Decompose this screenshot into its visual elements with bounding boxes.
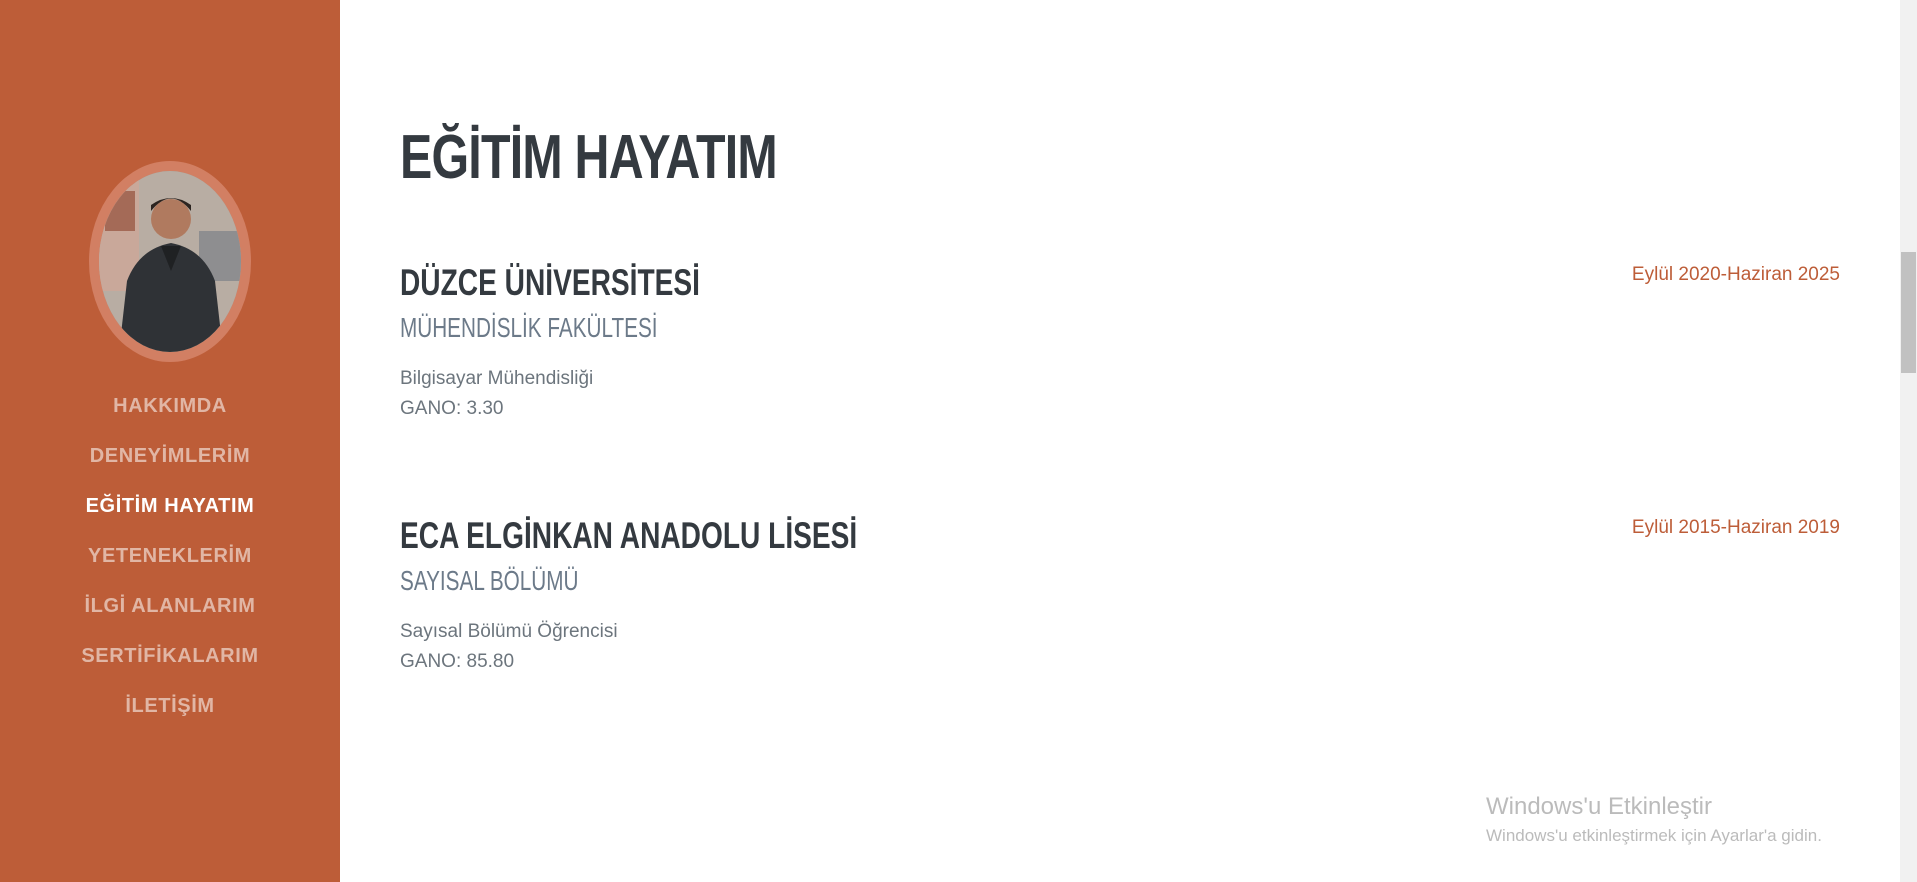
scrollbar-thumb[interactable] <box>1901 252 1916 373</box>
profile-avatar-frame <box>89 161 251 362</box>
school-name: ECA ELGİNKAN ANADOLU LİSESİ <box>400 515 858 556</box>
education-detail: Sayısal Bölümü Öğrencisi <box>400 621 618 642</box>
nav-item-ilgi-alanlarim[interactable]: İLGİ ALANLARIM <box>0 581 340 631</box>
page-title: EĞİTİM HAYATIM <box>400 123 778 192</box>
education-description: Sayısal Bölümü Öğrencisi GANO: 85.80 <box>400 617 1840 677</box>
school-name: DÜZCE ÜNİVERSİTESİ <box>400 262 700 303</box>
education-item: DÜZCE ÜNİVERSİTESİ MÜHENDİSLİK FAKÜLTESİ… <box>400 258 1840 424</box>
main-content: EĞİTİM HAYATIM DÜZCE ÜNİVERSİTESİ MÜHEND… <box>340 0 1900 882</box>
education-gpa: GANO: 3.30 <box>400 398 504 419</box>
faculty-name: MÜHENDİSLİK FAKÜLTESİ <box>400 312 658 343</box>
nav-item-iletisim[interactable]: İLETİŞİM <box>0 681 340 731</box>
education-date: Eylül 2015-Haziran 2019 <box>1631 517 1840 538</box>
profile-photo <box>99 171 241 352</box>
education-date: Eylül 2020-Haziran 2025 <box>1631 264 1840 285</box>
nav-item-deneyimlerim[interactable]: DENEYİMLERİM <box>0 431 340 481</box>
watermark-title: Windows'u Etkinleştir <box>1486 793 1712 820</box>
sidebar-nav: HAKKIMDA DENEYİMLERİM EĞİTİM HAYATIM YET… <box>0 381 340 731</box>
nav-item-yeteneklerim[interactable]: YETENEKLERİM <box>0 531 340 581</box>
sidebar: HAKKIMDA DENEYİMLERİM EĞİTİM HAYATIM YET… <box>0 0 340 882</box>
education-item: ECA ELGİNKAN ANADOLU LİSESİ SAYISAL BÖLÜ… <box>400 511 1840 677</box>
education-detail: Bilgisayar Mühendisliği <box>400 368 594 389</box>
education-description: Bilgisayar Mühendisliği GANO: 3.30 <box>400 364 1840 424</box>
profile-avatar <box>99 171 241 352</box>
education-gpa: GANO: 85.80 <box>400 651 515 672</box>
nav-item-sertifikalarim[interactable]: SERTİFİKALARIM <box>0 631 340 681</box>
windows-activation-watermark: Windows'u Etkinleştir Windows'u etkinleş… <box>1486 790 1822 848</box>
scrollbar-track[interactable] <box>1900 0 1917 882</box>
nav-item-hakkimda[interactable]: HAKKIMDA <box>0 381 340 431</box>
nav-item-egitim-hayatim[interactable]: EĞİTİM HAYATIM <box>0 481 340 531</box>
watermark-subtitle: Windows'u etkinleştirmek için Ayarlar'a … <box>1486 826 1822 845</box>
faculty-name: SAYISAL BÖLÜMÜ <box>400 565 579 596</box>
